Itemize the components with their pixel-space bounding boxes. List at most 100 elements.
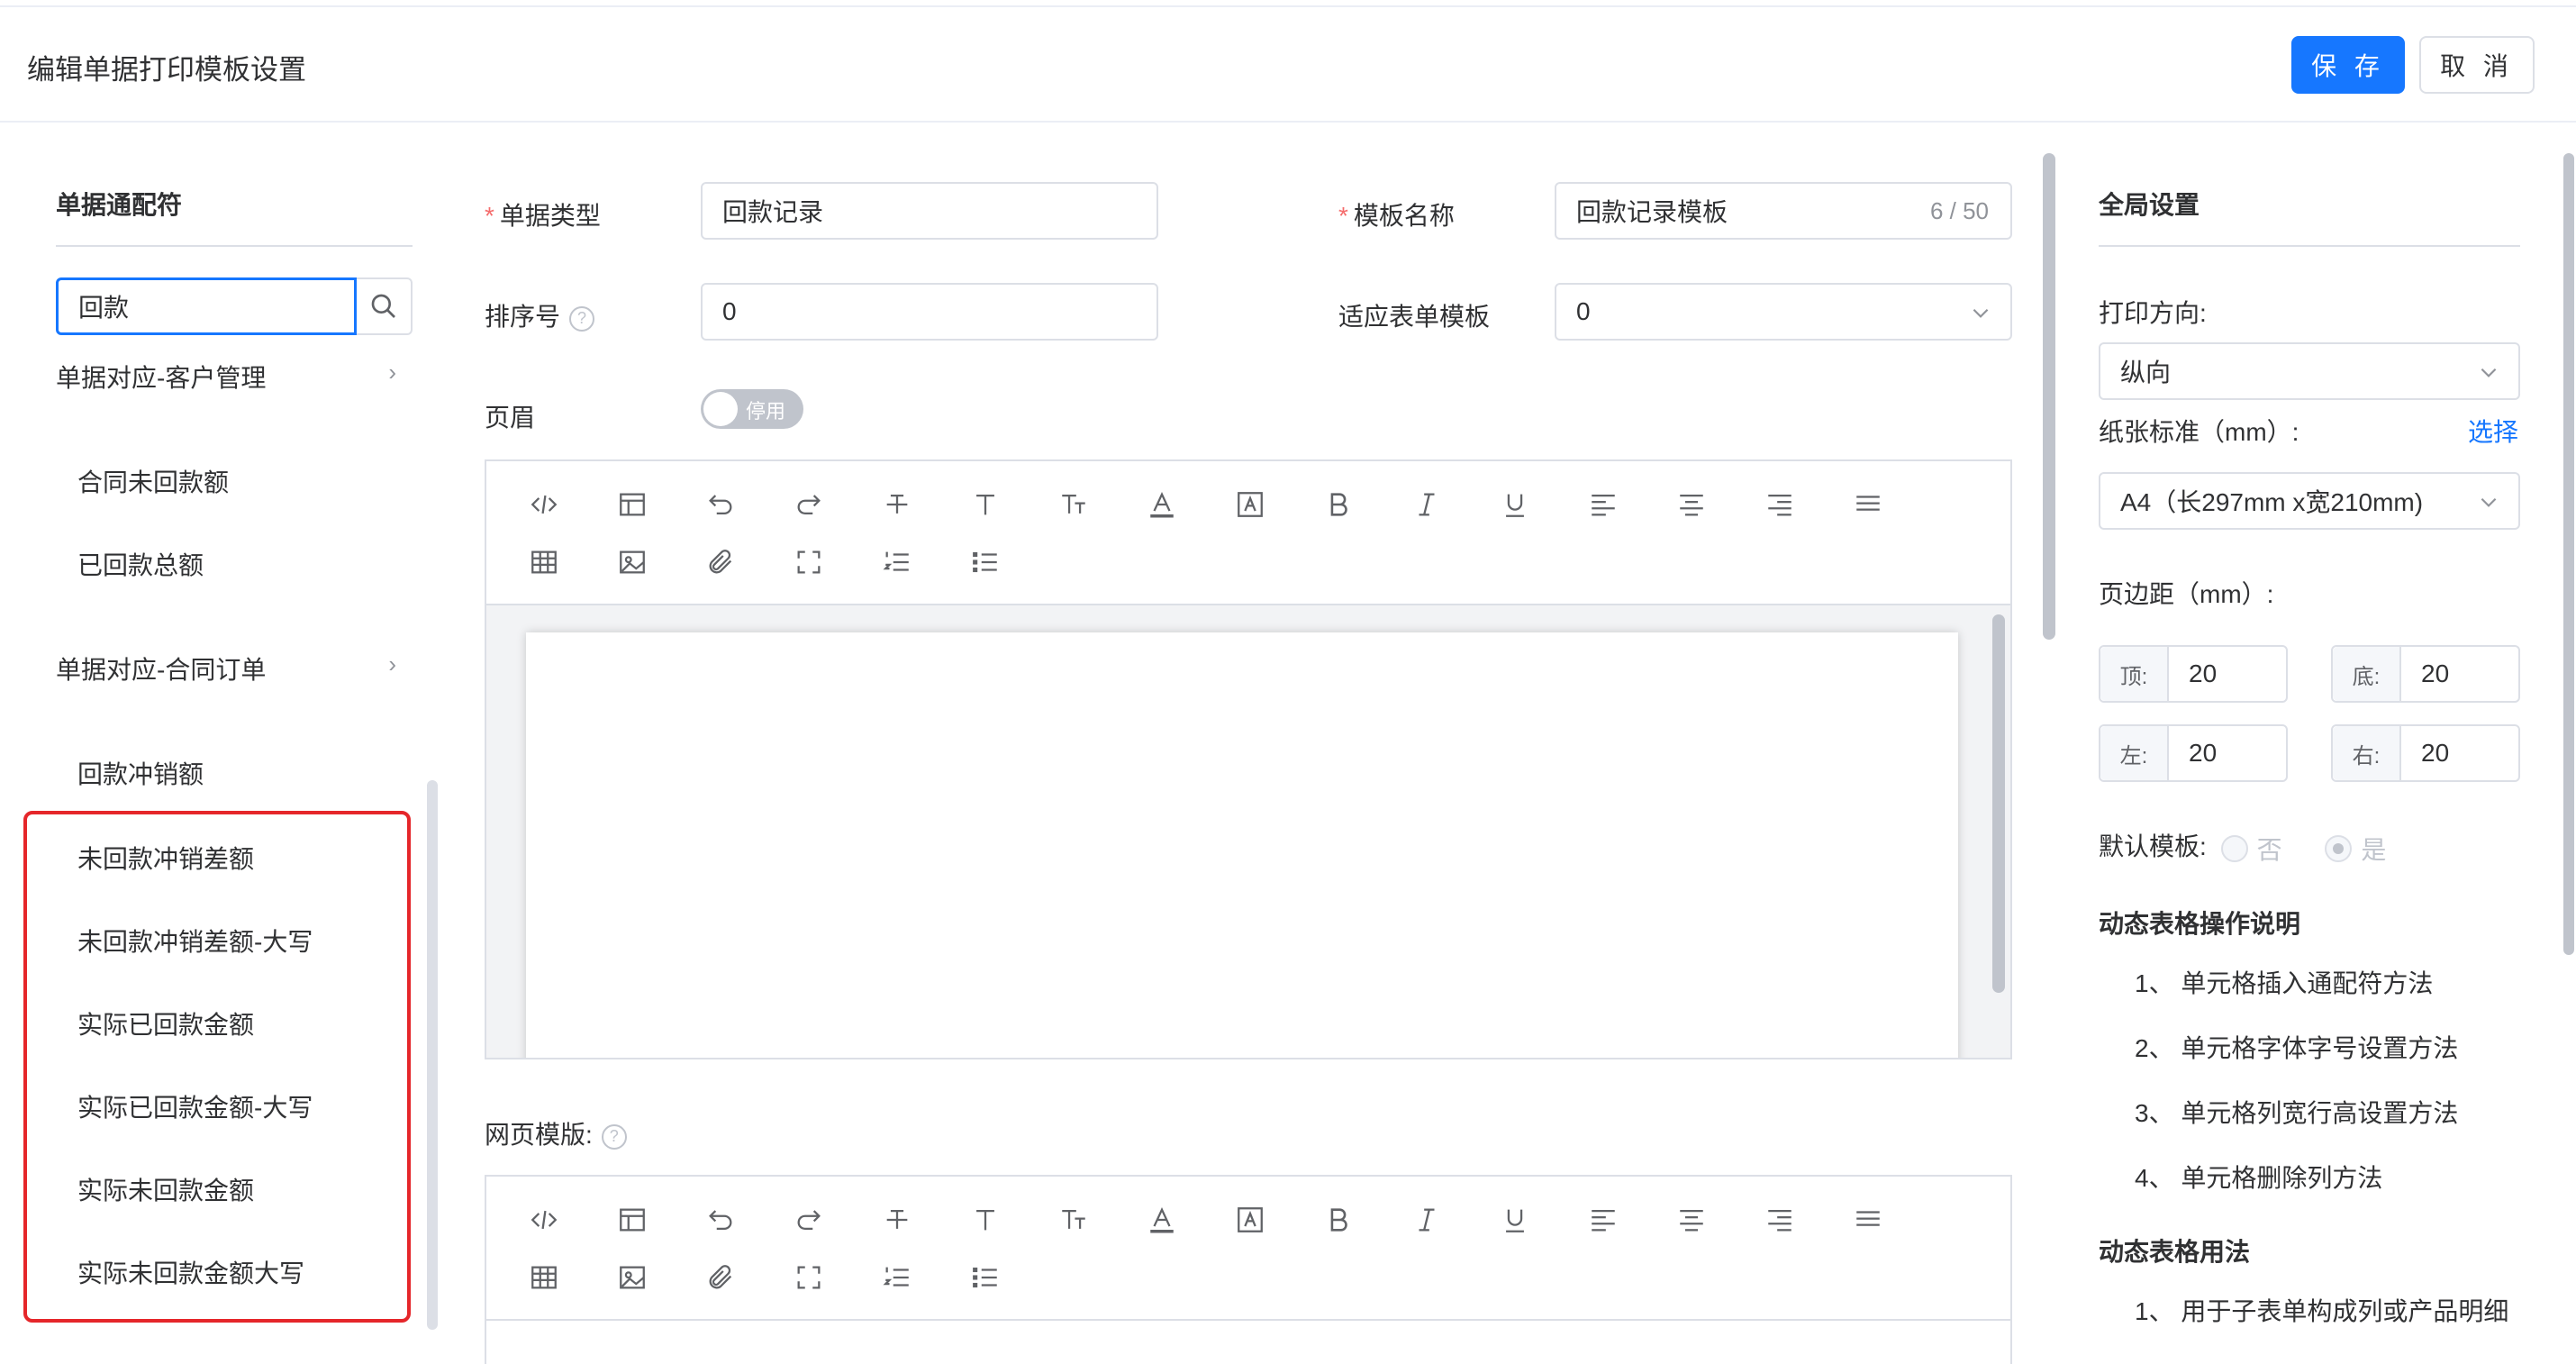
align-center-icon[interactable] xyxy=(1673,1202,1710,1238)
doc-type-field[interactable]: 回款记录 xyxy=(701,182,1158,240)
usage-item: 1、 用于子表单构成列或产品明细 xyxy=(2135,1297,2509,1325)
redo-icon[interactable] xyxy=(791,1202,827,1238)
form-scrollbar[interactable] xyxy=(2043,153,2055,640)
group-customer[interactable]: 单据对应-客户管理 › xyxy=(56,359,413,395)
right-scrollbar[interactable] xyxy=(2563,153,2574,955)
ordered-list-icon[interactable] xyxy=(879,544,915,580)
form-template-label: 适应表单模板 xyxy=(1338,303,1491,331)
editor-page[interactable] xyxy=(526,632,1958,1058)
redo-icon[interactable] xyxy=(791,486,827,523)
unordered-list-icon[interactable] xyxy=(967,1259,1003,1296)
margin-left-input[interactable]: 左: 20 xyxy=(2099,724,2288,782)
wildcard-search-input[interactable] xyxy=(56,277,357,335)
fullscreen-icon[interactable] xyxy=(791,544,827,580)
underline-icon[interactable] xyxy=(1497,486,1533,523)
background-color-icon[interactable] xyxy=(1232,1202,1268,1238)
ops-link[interactable]: 3、 单元格列宽行高设置方法 xyxy=(2135,1094,2458,1130)
undo-icon[interactable] xyxy=(703,1202,739,1238)
left-scrollbar[interactable] xyxy=(427,780,438,1330)
template-name-label: * 模板名称 xyxy=(1338,196,1455,232)
code-icon[interactable] xyxy=(526,1202,562,1238)
default-label: 默认模板: xyxy=(2099,832,2207,860)
radio-no[interactable] xyxy=(2220,834,2248,862)
radio-yes[interactable] xyxy=(2325,834,2353,862)
ops-link[interactable]: 2、 单元格字体字号设置方法 xyxy=(2135,1029,2458,1065)
orientation-label: 打印方向: xyxy=(2099,299,2207,327)
web-template-editor[interactable] xyxy=(485,1175,2012,1364)
help-icon[interactable]: ? xyxy=(569,305,595,332)
save-button[interactable]: 保 存 xyxy=(2291,36,2405,94)
group-contract[interactable]: 单据对应-合同订单 › xyxy=(56,650,413,687)
cancel-button[interactable]: 取 消 xyxy=(2419,36,2535,94)
help-icon[interactable]: ? xyxy=(601,1123,627,1150)
font-color-icon[interactable] xyxy=(1144,1202,1180,1238)
margin-right-input[interactable]: 右: 20 xyxy=(2331,724,2520,782)
image-icon[interactable] xyxy=(614,1259,650,1296)
code-icon[interactable] xyxy=(526,486,562,523)
align-right-icon[interactable] xyxy=(1762,1202,1798,1238)
bold-icon[interactable] xyxy=(1320,1202,1356,1238)
font-size-icon[interactable] xyxy=(1056,486,1092,523)
ordered-list-icon[interactable] xyxy=(879,1259,915,1296)
layout-icon[interactable] xyxy=(614,1202,650,1238)
italic-icon[interactable] xyxy=(1409,1202,1445,1238)
unordered-list-icon[interactable] xyxy=(967,544,1003,580)
editor-scrollbar[interactable] xyxy=(1992,614,2005,993)
toggle-text: 停用 xyxy=(746,400,786,423)
label-text: 排序号 xyxy=(485,303,561,331)
italic-icon[interactable] xyxy=(1409,486,1445,523)
strikethrough-icon[interactable] xyxy=(879,1202,915,1238)
justify-icon[interactable] xyxy=(1850,486,1886,523)
align-left-icon[interactable] xyxy=(1585,1202,1621,1238)
strikethrough-icon[interactable] xyxy=(879,486,915,523)
text-icon[interactable] xyxy=(967,486,1003,523)
wildcard-item[interactable]: 合同未回款额 xyxy=(77,463,229,499)
align-right-icon[interactable] xyxy=(1762,486,1798,523)
table-icon[interactable] xyxy=(526,1259,562,1296)
margin-bottom-input[interactable]: 底: 20 xyxy=(2331,645,2520,703)
fullscreen-icon[interactable] xyxy=(791,1259,827,1296)
group-label: 单据对应-客户管理 xyxy=(56,364,267,392)
search-icon xyxy=(371,294,395,318)
table-icon[interactable] xyxy=(526,544,562,580)
field-value: 回款记录模板 xyxy=(1576,198,1728,226)
align-left-icon[interactable] xyxy=(1585,486,1621,523)
attachment-icon[interactable] xyxy=(703,544,739,580)
ops-title: 动态表格操作说明 xyxy=(2099,910,2301,938)
ops-link[interactable]: 1、 单元格插入通配符方法 xyxy=(2135,964,2433,1000)
chevron-down-icon xyxy=(2481,368,2497,377)
editor-canvas[interactable] xyxy=(486,605,2010,1058)
template-name-input[interactable]: 回款记录模板 6 / 50 xyxy=(1555,182,2012,240)
background-color-icon[interactable] xyxy=(1232,486,1268,523)
layout-icon[interactable] xyxy=(614,486,650,523)
wildcard-item[interactable]: 已回款总额 xyxy=(77,546,204,582)
input-value: 20 xyxy=(2421,739,2450,767)
ops-link[interactable]: 4、 单元格删除列方法 xyxy=(2135,1159,2382,1195)
align-center-icon[interactable] xyxy=(1673,486,1710,523)
required-mark: * xyxy=(1338,202,1348,230)
justify-icon[interactable] xyxy=(1850,1202,1886,1238)
bold-icon[interactable] xyxy=(1320,486,1356,523)
image-icon[interactable] xyxy=(614,544,650,580)
orientation-select[interactable]: 纵向 xyxy=(2099,342,2520,400)
input-value: 20 xyxy=(2189,739,2218,767)
undo-icon[interactable] xyxy=(703,486,739,523)
page-header: 编辑单据打印模板设置 保 存 取 消 xyxy=(0,7,2576,123)
sort-input[interactable]: 0 xyxy=(701,283,1158,341)
search-button[interactable] xyxy=(357,277,413,335)
wildcard-item[interactable]: 回款冲销额 xyxy=(77,755,204,791)
divider xyxy=(56,245,413,247)
header-toggle[interactable]: 停用 xyxy=(701,389,803,429)
font-color-icon[interactable] xyxy=(1144,486,1180,523)
chevron-down-icon xyxy=(2481,497,2497,507)
paper-select[interactable]: A4（长297mm x宽210mm) xyxy=(2099,472,2520,530)
form-template-select[interactable]: 0 xyxy=(1555,283,2012,341)
underline-icon[interactable] xyxy=(1497,1202,1533,1238)
paper-select-link[interactable]: 选择 xyxy=(2468,413,2518,449)
font-size-icon[interactable] xyxy=(1056,1202,1092,1238)
web-template-label: 网页模版:? xyxy=(485,1115,627,1151)
attachment-icon[interactable] xyxy=(703,1259,739,1296)
text-icon[interactable] xyxy=(967,1202,1003,1238)
margin-top-input[interactable]: 顶: 20 xyxy=(2099,645,2288,703)
header-editor[interactable] xyxy=(485,459,2012,1059)
